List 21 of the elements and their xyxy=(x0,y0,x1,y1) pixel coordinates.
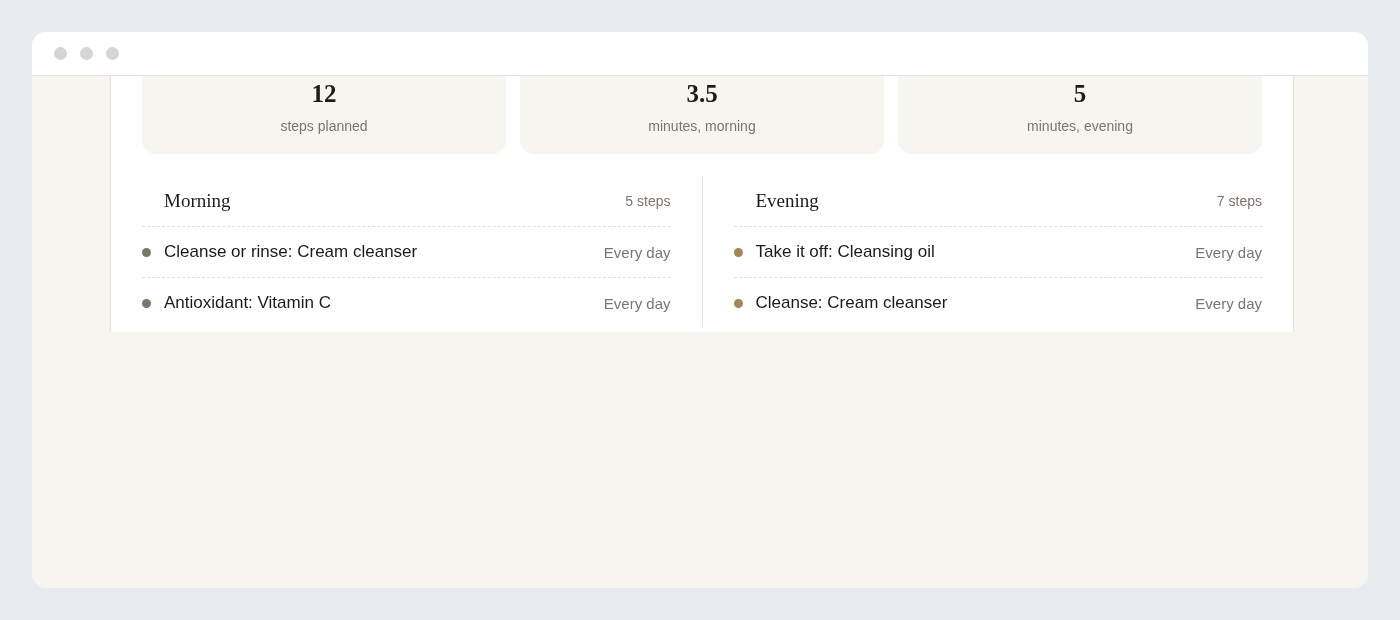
stat-value: 3.5 xyxy=(686,80,718,108)
window-control-icon[interactable] xyxy=(106,47,119,60)
step-frequency: Every day xyxy=(603,294,671,312)
step-name: Antioxidant: Vitamin C xyxy=(164,293,332,313)
stat-label: steps planned xyxy=(280,117,368,136)
stat-label: minutes, morning xyxy=(648,117,756,136)
routine-title: Evening xyxy=(755,190,819,212)
window-control-icon[interactable] xyxy=(80,47,93,60)
window-control-icon[interactable] xyxy=(54,47,67,60)
step-count: 7 steps xyxy=(1216,193,1262,209)
step-name: Cleanse: Cream cleanser xyxy=(755,293,949,313)
stat-value: 12 xyxy=(311,80,337,108)
routine-title: Morning xyxy=(164,190,231,212)
step-name: Take it off: Cleansing oil xyxy=(755,242,936,262)
step-frequency: Every day xyxy=(1195,294,1262,312)
stat-label: minutes, evening xyxy=(1027,117,1133,136)
step-frequency: Every day xyxy=(603,243,671,261)
step-count: 5 steps xyxy=(625,193,671,209)
step-name: Cleanse or rinse: Cream cleanser xyxy=(164,242,419,262)
step-frequency: Every day xyxy=(1195,243,1262,261)
stat-value: 5 xyxy=(1073,80,1087,108)
